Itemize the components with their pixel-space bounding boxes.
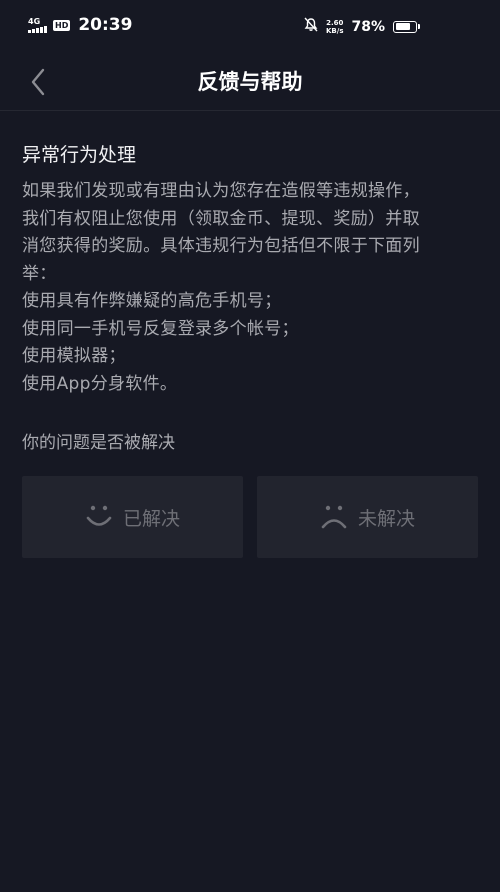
frown-icon [320, 504, 348, 530]
article-line: 使用同一手机号反复登录多个帐号； [22, 318, 299, 339]
article-line: 使用具有作弊嫌疑的高危手机号； [22, 291, 282, 311]
network-type: 4G [28, 16, 41, 26]
status-bar: 4G HD 20:39 2.60 KB/s 78% [0, 0, 500, 56]
hd-badge: HD [53, 19, 71, 31]
article-line: 举： [22, 263, 57, 284]
solved-button[interactable]: 已解决 [22, 476, 243, 558]
network-speed: 2.60 KB/s [326, 19, 343, 35]
page-title: 反馈与帮助 [197, 70, 303, 94]
article-line: 消您获得的奖励。具体违规行为包括但不限于下面列 [22, 236, 420, 256]
feedback-question: 你的问题是否被解决 [22, 433, 175, 453]
article-heading: 异常行为处理 [22, 144, 137, 166]
unsolved-label: 未解决 [357, 507, 415, 530]
article-line: 使用模拟器； [22, 346, 126, 366]
article: 异常行为处理 如果我们发现或有理由认为您存在造假等违规操作， 我们有权阻止您使用… [22, 140, 482, 398]
cellular-signal-icon: 4G [28, 16, 47, 33]
solved-label: 已解决 [122, 507, 180, 530]
status-time: 20:39 [78, 15, 133, 35]
nav-bar: 反馈与帮助 [0, 56, 500, 111]
mute-icon [304, 17, 318, 36]
article-line: 使用App分身软件。 [22, 373, 178, 394]
article-line: 我们有权阻止您使用（领取金币、提现、奖励）并取 [22, 208, 420, 229]
battery-percent: 78% [351, 18, 385, 35]
unsolved-button[interactable]: 未解决 [257, 476, 478, 558]
network-speed-unit: KB/s [326, 26, 344, 35]
smile-icon [85, 504, 113, 530]
article-body: 如果我们发现或有理由认为您存在造假等违规操作， 我们有权阻止您使用（领取金币、提… [22, 178, 482, 398]
network-speed-value: 2.60 [326, 18, 344, 27]
article-line: 如果我们发现或有理由认为您存在造假等违规操作， [22, 181, 420, 201]
battery-icon [393, 20, 420, 33]
